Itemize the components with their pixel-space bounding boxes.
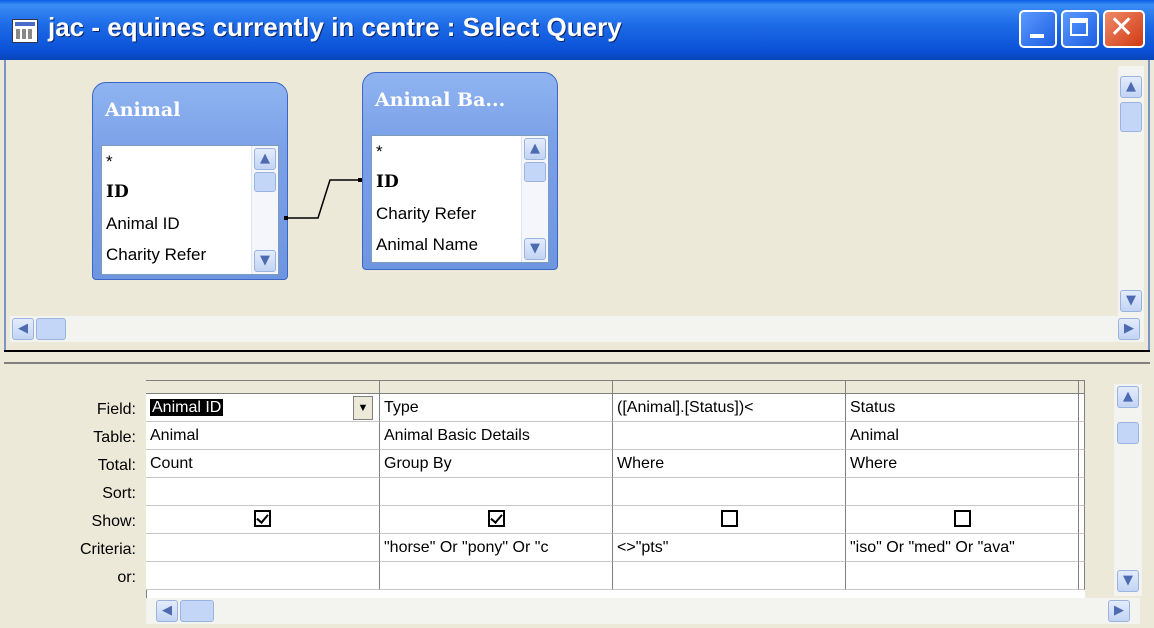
close-button[interactable]: ✕ — [1103, 10, 1145, 48]
pane-horizontal-scrollbar[interactable]: ◀ ▶ — [10, 316, 1144, 342]
field-list: * ID Charity Refer Animal Name ▲ ▼ — [371, 135, 549, 263]
grid-horizontal-scrollbar[interactable]: ◀ ▶ — [146, 598, 1140, 624]
scroll-thumb[interactable] — [1117, 422, 1139, 444]
show-cell[interactable] — [380, 506, 613, 534]
table-cell[interactable] — [613, 422, 846, 450]
sort-cell[interactable] — [146, 478, 380, 506]
show-checkbox[interactable] — [720, 510, 738, 528]
table-cell[interactable]: Animal — [146, 422, 380, 450]
total-cell[interactable]: Group By — [380, 450, 613, 478]
scroll-up-arrow-icon[interactable]: ▲ — [1120, 76, 1142, 98]
row-label-or: or: — [117, 569, 136, 586]
sort-cell[interactable] — [380, 478, 613, 506]
scroll-thumb[interactable] — [180, 600, 214, 622]
or-cell[interactable] — [613, 562, 846, 590]
minimize-icon — [1030, 34, 1044, 38]
row-label-criteria: Criteria: — [79, 541, 136, 558]
title-bar: jac - equines currently in centre : Sele… — [0, 0, 1154, 60]
show-cell[interactable] — [613, 506, 846, 534]
maximize-icon — [1070, 18, 1088, 36]
table-pane: Animal * ID Animal ID Charity Refer ▲ ▼ … — [4, 60, 1150, 350]
criteria-cell[interactable]: "iso" Or "med" Or "ava" — [846, 534, 1079, 562]
row-label-table: Table: — [93, 429, 136, 446]
dropdown-arrow-icon[interactable]: ▼ — [353, 396, 373, 420]
scroll-down-arrow-icon[interactable]: ▼ — [1120, 290, 1142, 312]
row-label-total: Total: — [97, 457, 136, 474]
close-icon: ✕ — [1109, 10, 1135, 45]
total-cell[interactable]: Where — [613, 450, 846, 478]
maximize-button[interactable] — [1061, 10, 1099, 48]
or-cell[interactable] — [380, 562, 613, 590]
show-checkbox[interactable] — [953, 510, 971, 528]
show-cell[interactable] — [1079, 506, 1085, 534]
field-cell[interactable]: Status — [846, 394, 1079, 422]
column-selector[interactable] — [380, 380, 613, 394]
scroll-up-arrow-icon[interactable]: ▲ — [254, 148, 276, 170]
pane-vertical-scrollbar[interactable]: ▲ ▼ — [1118, 66, 1144, 316]
total-cell[interactable]: Where — [846, 450, 1079, 478]
minimize-button[interactable] — [1019, 10, 1057, 48]
criteria-cell[interactable]: "horse" Or "pony" Or "c — [380, 534, 613, 562]
field-cell[interactable]: Type — [380, 394, 613, 422]
table-cell[interactable]: Animal — [846, 422, 1079, 450]
scroll-thumb[interactable] — [524, 162, 546, 182]
column-selector[interactable] — [1079, 380, 1085, 394]
show-checkbox[interactable] — [487, 510, 505, 528]
grid-vertical-scrollbar[interactable]: ▲ ▼ — [1114, 384, 1142, 596]
total-cell[interactable]: Count — [146, 450, 380, 478]
pane-splitter[interactable] — [4, 350, 1150, 364]
field-list-scrollbar[interactable]: ▲ ▼ — [251, 146, 278, 274]
scroll-up-arrow-icon[interactable]: ▲ — [524, 138, 546, 160]
show-checkbox[interactable] — [254, 510, 271, 528]
row-label-field: Field: — [96, 401, 136, 418]
scroll-down-arrow-icon[interactable]: ▼ — [1117, 570, 1139, 592]
table-window-animal[interactable]: Animal * ID Animal ID Charity Refer ▲ ▼ — [92, 82, 288, 280]
row-label-show: Show: — [91, 513, 136, 530]
scroll-left-arrow-icon[interactable]: ◀ — [156, 600, 178, 622]
or-cell[interactable] — [846, 562, 1079, 590]
column-selector[interactable] — [146, 380, 380, 394]
sort-cell[interactable] — [1079, 478, 1085, 506]
scroll-thumb[interactable] — [254, 172, 276, 192]
field-cell[interactable]: Animal ID ▼ — [146, 394, 380, 422]
criteria-cell[interactable] — [1079, 534, 1085, 562]
table-cell[interactable]: Animal Basic Details — [380, 422, 613, 450]
table-title[interactable]: Animal — [105, 99, 180, 121]
or-cell[interactable] — [146, 562, 380, 590]
scroll-right-arrow-icon[interactable]: ▶ — [1118, 318, 1140, 340]
total-cell[interactable] — [1079, 450, 1085, 478]
row-label-sort: Sort: — [102, 485, 136, 502]
field-list: * ID Animal ID Charity Refer ▲ ▼ — [101, 145, 279, 275]
scroll-up-arrow-icon[interactable]: ▲ — [1117, 386, 1139, 408]
sort-cell[interactable] — [846, 478, 1079, 506]
criteria-cell[interactable] — [146, 534, 380, 562]
field-list-scrollbar[interactable]: ▲ ▼ — [521, 136, 548, 262]
field-value: Animal ID — [150, 399, 224, 416]
scroll-thumb[interactable] — [1120, 102, 1142, 132]
scroll-thumb[interactable] — [36, 318, 66, 340]
table-title[interactable]: Animal Ba... — [375, 89, 505, 111]
field-cell[interactable] — [1079, 394, 1085, 422]
sort-cell[interactable] — [613, 478, 846, 506]
query-window-icon[interactable] — [12, 19, 38, 43]
table-cell[interactable] — [1079, 422, 1085, 450]
field-cell[interactable]: ([Animal].[Status])< — [613, 394, 846, 422]
column-selector[interactable] — [613, 380, 846, 394]
table-window-animal-basic-details[interactable]: Animal Ba... * ID Charity Refer Animal N… — [362, 72, 558, 270]
window-title: jac - equines currently in centre : Sele… — [48, 12, 622, 42]
scroll-down-arrow-icon[interactable]: ▼ — [524, 238, 546, 260]
column-selector[interactable] — [846, 380, 1079, 394]
scroll-right-arrow-icon[interactable]: ▶ — [1108, 600, 1130, 622]
criteria-cell[interactable]: <>"pts" — [613, 534, 846, 562]
show-cell[interactable] — [146, 506, 380, 534]
show-cell[interactable] — [846, 506, 1079, 534]
or-cell[interactable] — [1079, 562, 1085, 590]
scroll-down-arrow-icon[interactable]: ▼ — [254, 250, 276, 272]
scroll-left-arrow-icon[interactable]: ◀ — [12, 318, 34, 340]
